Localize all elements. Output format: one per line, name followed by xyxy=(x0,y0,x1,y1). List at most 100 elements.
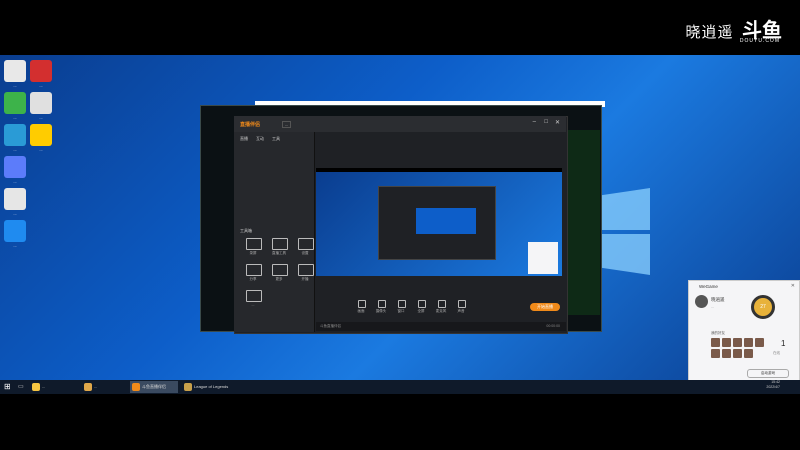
friend-avatar[interactable] xyxy=(744,338,753,347)
desktop-icon[interactable] xyxy=(4,188,26,210)
taskbar-label: ... xyxy=(94,384,98,389)
desktop-icon-label: ... xyxy=(13,147,17,152)
status-bar: 斗鱼直播伴侣 00:00:00 xyxy=(316,322,566,331)
desktop-icon-label: ... xyxy=(39,115,43,120)
menu-tab[interactable]: 直播 xyxy=(240,136,248,142)
desktop-icon[interactable] xyxy=(4,60,26,82)
source-tool-label: 麦克风 xyxy=(435,309,447,313)
system-tray: 15:42 2022/4/7 xyxy=(766,380,780,390)
friend-avatar[interactable] xyxy=(722,349,731,358)
wegame-username: 晓逍遥 xyxy=(711,297,725,302)
status-time: 00:00:00 xyxy=(546,324,560,328)
desktop-icon[interactable] xyxy=(30,124,52,146)
friends-label: 我的好友 xyxy=(711,331,725,335)
tool-menu-panel: 工具箱 直播 互动 工具 录屏 直播工具 设置 分享 更多 开播... xyxy=(234,132,315,332)
source-tool-label: 全屏 xyxy=(417,309,425,313)
preview-desktop xyxy=(316,172,562,276)
minimize-icon[interactable]: – xyxy=(533,119,536,125)
friend-avatar[interactable] xyxy=(755,338,764,347)
source-tool-icon[interactable] xyxy=(438,300,446,308)
wegame-popup[interactable]: WeGame ✕ 晓逍遥 ... 27 我的好友 1 在线 启动游戏 xyxy=(688,280,800,382)
tool-icon[interactable] xyxy=(246,264,262,276)
app-icon xyxy=(32,383,40,391)
taskbar-button[interactable]: 斗鱼直播伴侣 xyxy=(130,381,178,393)
friend-avatar[interactable] xyxy=(733,349,742,358)
clock-date: 2022/4/7 xyxy=(766,385,780,389)
tool-label: 直播工具 xyxy=(272,251,286,255)
taskbar-label: League of Legends xyxy=(194,384,229,389)
tool-icon[interactable] xyxy=(298,264,314,276)
online-label: 在线 xyxy=(773,351,780,355)
source-tool-label: 摄像头 xyxy=(375,309,387,313)
nested-preview xyxy=(416,208,476,234)
level-badge: 27 xyxy=(751,295,775,319)
wegame-title: WeGame xyxy=(699,284,718,289)
tool-label: 开播 xyxy=(301,277,309,281)
menu-tab[interactable]: 工具 xyxy=(272,136,280,142)
status-left: 斗鱼直播伴侣 xyxy=(320,324,341,328)
source-tool-label: 窗口 xyxy=(397,309,405,313)
friend-avatar[interactable] xyxy=(711,349,720,358)
taskbar-button[interactable]: ... xyxy=(82,381,130,393)
taskbar-button[interactable]: ... xyxy=(30,381,78,393)
app-icon xyxy=(132,383,140,391)
nested-popup xyxy=(528,242,558,274)
desktop-icon[interactable] xyxy=(4,220,26,242)
tool-icon[interactable] xyxy=(246,290,262,302)
desktop-icon[interactable] xyxy=(4,92,26,114)
tool-icon[interactable] xyxy=(272,238,288,250)
desktop-icon-label: ... xyxy=(39,147,43,152)
close-icon[interactable]: ✕ xyxy=(555,119,560,126)
friend-avatar[interactable] xyxy=(744,349,753,358)
wegame-desc: ... xyxy=(711,305,714,309)
friend-avatar[interactable] xyxy=(733,338,742,347)
app-icon xyxy=(184,383,192,391)
taskbar-label: ... xyxy=(42,384,46,389)
tool-label: 设置 xyxy=(301,251,309,255)
menu-tab[interactable]: 互动 xyxy=(256,136,264,142)
desktop-icon[interactable] xyxy=(4,156,26,178)
tool-icon[interactable] xyxy=(272,264,288,276)
source-tool-icon[interactable] xyxy=(398,300,406,308)
tool-icon[interactable] xyxy=(298,238,314,250)
tool-label: 录屏 xyxy=(249,251,257,255)
source-tool-label: 声音 xyxy=(457,309,465,313)
avatar xyxy=(695,295,708,308)
source-tool-icon[interactable] xyxy=(458,300,466,308)
douyu-watermark: 晓逍遥 斗鱼 DOUYU.COM xyxy=(685,14,782,44)
desktop-icon[interactable] xyxy=(30,92,52,114)
source-tool-icon[interactable] xyxy=(418,300,426,308)
desktop-icon[interactable] xyxy=(4,124,26,146)
source-tool-icon[interactable] xyxy=(378,300,386,308)
friend-avatar[interactable] xyxy=(711,338,720,347)
desktop-icon-label: ... xyxy=(13,211,17,216)
tool-icon[interactable] xyxy=(246,238,262,250)
source-tool-icon[interactable] xyxy=(358,300,366,308)
task-view-icon[interactable]: ▭ xyxy=(18,383,24,390)
source-toolbar: 画面 摄像头 窗口 全屏 麦克风 声音 xyxy=(316,296,562,316)
desktop-icon-label: ... xyxy=(13,179,17,184)
taskbar-label: 斗鱼直播伴侣 xyxy=(142,384,166,389)
friend-avatar[interactable] xyxy=(722,338,731,347)
taskbar-button[interactable]: League of Legends xyxy=(182,381,232,393)
desktop-icon-label: ... xyxy=(13,83,17,88)
app-titlebar[interactable]: 直播伴侣 ... ✕ □ – xyxy=(234,116,566,132)
launch-game-button[interactable]: 启动游戏 xyxy=(747,369,789,378)
source-tool-label: 画面 xyxy=(357,309,365,313)
desktop-icon-label: ... xyxy=(13,115,17,120)
tool-label: 分享 xyxy=(249,277,257,281)
maximize-icon[interactable]: □ xyxy=(544,119,548,125)
desktop-icon-label: ... xyxy=(13,243,17,248)
desktop-icon[interactable] xyxy=(30,60,52,82)
app-icon xyxy=(84,383,92,391)
start-stream-button[interactable]: 开始直播 xyxy=(530,303,560,311)
online-count: 1 xyxy=(781,339,786,348)
tool-label: 更多 xyxy=(275,277,283,281)
close-icon[interactable]: ✕ xyxy=(791,283,795,289)
scene-selector[interactable]: ... xyxy=(282,121,292,128)
start-icon[interactable]: ⊞ xyxy=(4,382,11,391)
watermark-url: DOUYU.COM xyxy=(739,38,780,44)
app-logo: 直播伴侣 xyxy=(240,122,261,128)
panel-header: 工具箱 xyxy=(240,228,252,233)
watermark-name: 晓逍遥 xyxy=(685,24,734,41)
